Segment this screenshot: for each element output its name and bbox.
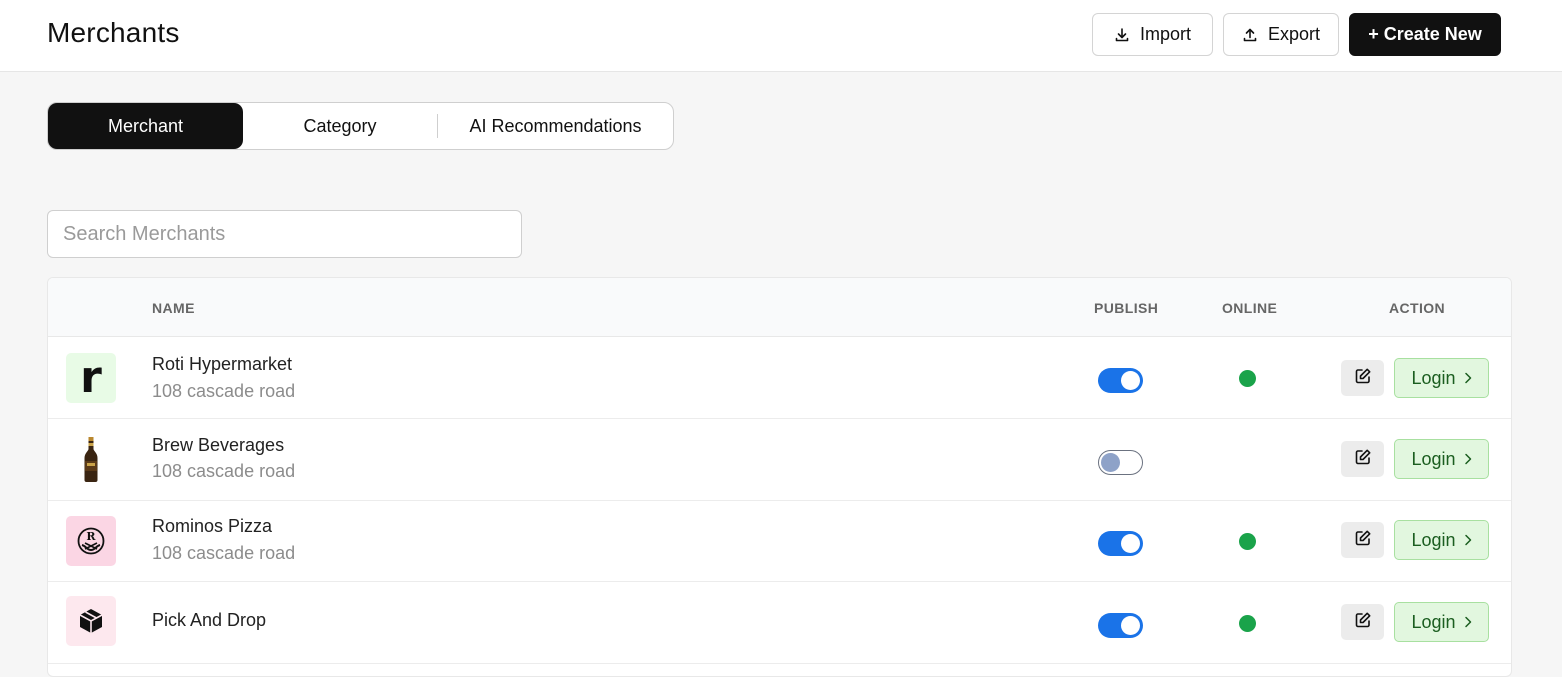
export-label: Export <box>1267 24 1321 44</box>
toggle-knob <box>1121 371 1140 390</box>
package-box-logo <box>66 596 116 646</box>
chevron-right-icon <box>1464 449 1472 470</box>
top-header: Merchants Import Export + Create New <box>0 0 1562 72</box>
chevron-right-icon <box>1464 368 1472 389</box>
column-header-action: ACTION <box>1389 300 1446 316</box>
merchants-table: NAME PUBLISH ONLINE ACTION r Roti Hyperm… <box>47 277 1512 677</box>
column-header-publish[interactable]: PUBLISH <box>1094 300 1158 316</box>
edit-icon <box>1354 529 1372 552</box>
login-label: Login <box>1411 529 1456 550</box>
online-status-dot <box>1239 533 1256 550</box>
publish-toggle[interactable] <box>1098 368 1143 393</box>
table-row[interactable]: R Rominos Pizza 108 cascade road Login <box>48 500 1511 582</box>
page-title: Merchants <box>47 17 180 48</box>
upload-icon <box>1242 27 1258 43</box>
table-row[interactable]: Brew Beverages 108 cascade road Login <box>48 419 1511 501</box>
login-button[interactable]: Login <box>1394 439 1489 479</box>
toggle-knob <box>1101 453 1120 472</box>
chevron-right-icon <box>1464 530 1472 551</box>
online-status-dot <box>1239 615 1256 632</box>
column-header-online[interactable]: ONLINE <box>1222 300 1277 316</box>
toggle-knob <box>1121 534 1140 553</box>
edit-icon <box>1354 448 1372 471</box>
search-merchants-input[interactable] <box>47 210 522 258</box>
edit-icon <box>1354 611 1372 634</box>
merchant-name: Brew Beverages <box>152 435 285 455</box>
create-new-button[interactable]: + Create New <box>1349 13 1501 56</box>
table-row[interactable]: r Roti Hypermarket 108 cascade road Logi… <box>48 337 1511 419</box>
edit-button[interactable] <box>1341 604 1384 640</box>
merchant-name: Rominos Pizza <box>152 516 273 536</box>
merchant-address: 108 cascade road <box>152 543 296 563</box>
table-header: NAME PUBLISH ONLINE ACTION <box>48 278 1511 337</box>
edit-icon <box>1354 367 1372 390</box>
download-icon <box>1114 27 1130 43</box>
import-button[interactable]: Import <box>1092 13 1213 56</box>
publish-toggle[interactable] <box>1098 531 1143 556</box>
merchant-name: Pick And Drop <box>152 610 267 630</box>
merchant-name: Roti Hypermarket <box>152 354 293 374</box>
toggle-knob <box>1121 616 1140 635</box>
online-status-dot <box>1239 370 1256 387</box>
login-button[interactable]: Login <box>1394 358 1489 398</box>
merchant-address: 108 cascade road <box>152 381 296 401</box>
beer-bottle-logo <box>66 435 116 485</box>
edit-button[interactable] <box>1341 360 1384 396</box>
edit-button[interactable] <box>1341 522 1384 558</box>
svg-text:R: R <box>86 530 96 543</box>
column-header-name[interactable]: NAME <box>152 300 195 316</box>
pizza-badge-logo: R <box>66 516 116 566</box>
login-button[interactable]: Login <box>1394 520 1489 560</box>
export-button[interactable]: Export <box>1223 13 1339 56</box>
login-button[interactable]: Login <box>1394 602 1489 642</box>
login-label: Login <box>1411 367 1456 388</box>
login-label: Login <box>1411 611 1456 632</box>
merchant-address: 108 cascade road <box>152 461 296 481</box>
edit-button[interactable] <box>1341 441 1384 477</box>
tab-ai-recommendations[interactable]: AI Recommendations <box>438 103 673 149</box>
view-tabs: Merchant Category AI Recommendations <box>47 102 674 150</box>
publish-toggle[interactable] <box>1098 613 1143 638</box>
tab-category[interactable]: Category <box>243 103 437 149</box>
login-label: Login <box>1411 448 1456 469</box>
publish-toggle[interactable] <box>1098 450 1143 475</box>
chevron-right-icon <box>1464 612 1472 633</box>
table-row[interactable]: Pick And Drop Login <box>48 582 1511 664</box>
letter-r-logo: r <box>66 353 116 403</box>
import-label: Import <box>1139 24 1191 44</box>
tab-merchant[interactable]: Merchant <box>48 103 243 149</box>
